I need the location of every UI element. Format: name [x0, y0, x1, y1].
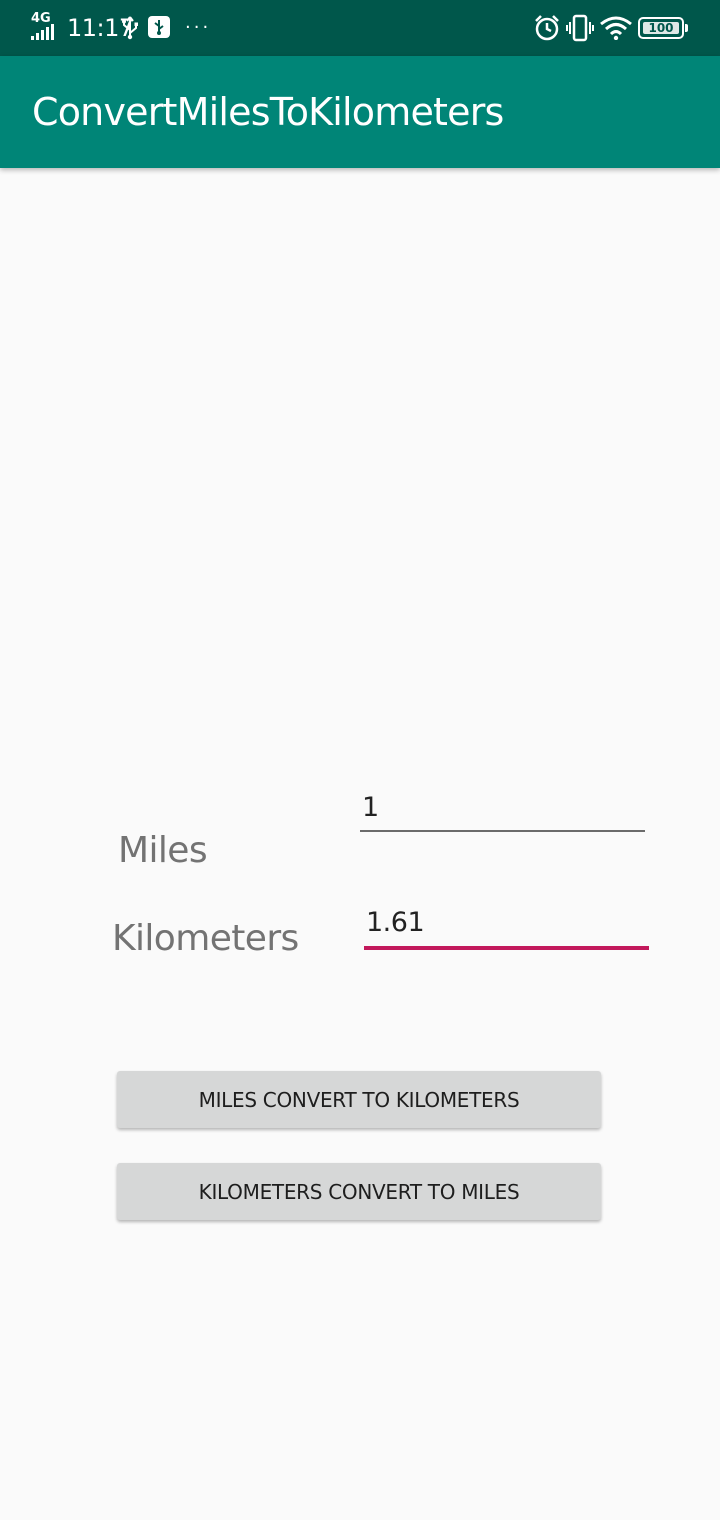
miles-label: Miles — [118, 830, 208, 871]
app-bar: ConvertMilesToKilometers — [0, 56, 720, 168]
kilometers-label: Kilometers — [112, 918, 299, 959]
usb-debug-icon — [147, 15, 171, 39]
more-icon: ··· — [185, 17, 212, 38]
km-to-miles-button[interactable]: KILOMETERS CONVERT TO MILES — [117, 1163, 601, 1220]
status-bar: 4G 11:17 ··· 100 — [0, 0, 720, 56]
miles-input[interactable] — [360, 792, 645, 832]
battery-tip — [685, 24, 688, 32]
usb-icon — [120, 16, 140, 40]
signal-icon — [31, 24, 59, 40]
alarm-icon — [533, 14, 561, 42]
app-title: ConvertMilesToKilometers — [32, 90, 504, 134]
wifi-icon — [600, 16, 632, 40]
miles-to-km-button[interactable]: MILES CONVERT TO KILOMETERS — [117, 1071, 601, 1128]
battery-level: 100 — [648, 21, 674, 35]
kilometers-input[interactable] — [364, 907, 649, 950]
vibrate-icon — [566, 14, 594, 42]
battery-icon: 100 — [638, 17, 688, 39]
